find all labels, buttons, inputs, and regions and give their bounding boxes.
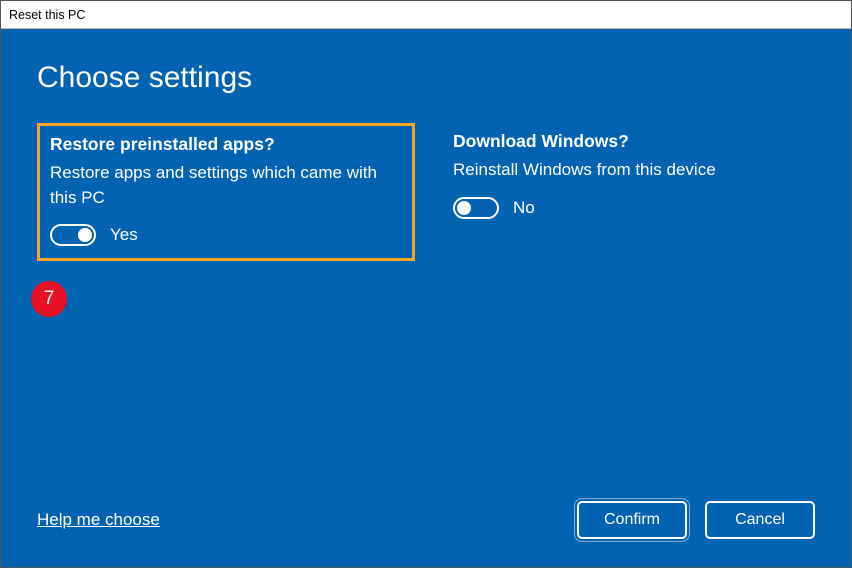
download-toggle-label: No [513,198,535,218]
confirm-button[interactable]: Confirm [577,501,687,539]
option-restore-desc: Restore apps and settings which came wit… [50,161,402,210]
toggle-knob-icon [457,201,471,215]
option-download-toggle-row: No [453,197,805,219]
content-area: Choose settings Restore preinstalled app… [1,29,851,567]
toggle-knob-icon [78,228,92,242]
option-download-title: Download Windows? [453,131,805,152]
cancel-button[interactable]: Cancel [705,501,815,539]
restore-toggle[interactable] [50,224,96,246]
page-title: Choose settings [37,61,815,95]
window-titlebar: Reset this PC [1,1,851,29]
window-title: Reset this PC [9,8,85,22]
help-me-choose-link[interactable]: Help me choose [37,510,160,530]
annotation-step-badge: 7 [31,281,67,317]
options-row: Restore preinstalled apps? Restore apps … [37,123,815,261]
annotation-step-number: 7 [44,288,55,310]
option-restore-title: Restore preinstalled apps? [50,134,402,155]
restore-toggle-label: Yes [110,225,138,245]
option-restore-toggle-row: Yes [50,224,402,246]
option-download-desc: Reinstall Windows from this device [453,158,805,183]
reset-pc-window: Reset this PC Choose settings Restore pr… [0,0,852,568]
button-row: Confirm Cancel [577,501,815,539]
option-download-windows: Download Windows? Reinstall Windows from… [443,123,815,261]
footer: Help me choose Confirm Cancel [37,501,815,539]
download-toggle[interactable] [453,197,499,219]
option-restore-preinstalled: Restore preinstalled apps? Restore apps … [37,123,415,261]
